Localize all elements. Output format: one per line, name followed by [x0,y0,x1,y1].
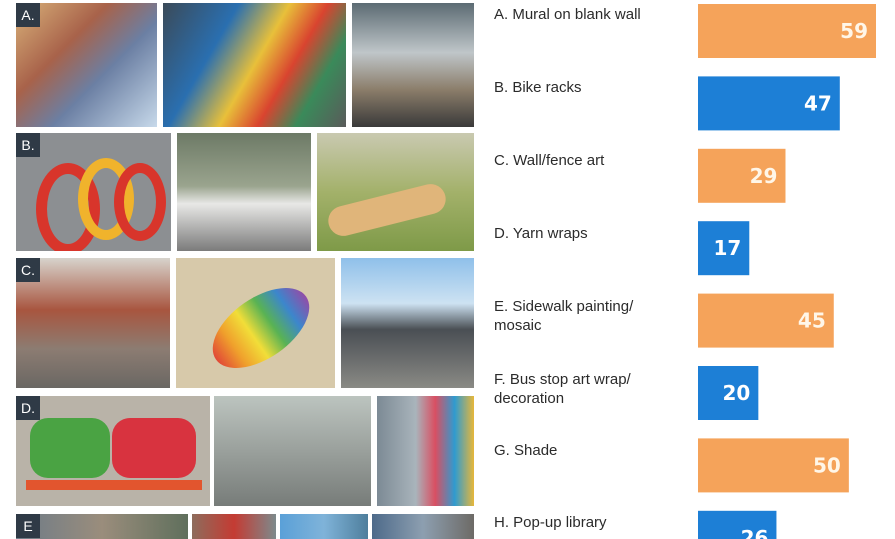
category-label-a: A. Mural on blank wall [494,6,641,23]
bar-chart: 59 47 29 17 45 20 50 26 [698,4,876,539]
photo-d3 [377,396,474,506]
group-letter-e: E [16,514,40,538]
value-label-e: 45 [798,309,826,333]
value-label-f: 20 [722,381,750,405]
value-label-g: 50 [813,453,841,477]
photo-a1: A. [16,3,157,127]
photo-e2 [192,514,276,539]
photo-b1: B. [16,133,171,251]
category-label-g: G. Shade [494,442,558,459]
photo-b3 [317,133,474,251]
photo-d2 [214,396,371,506]
photo-b2 [177,133,311,251]
photo-a3 [352,3,474,127]
photo-c3 [341,258,474,388]
photo-e3 [280,514,368,539]
photo-c2 [176,258,335,388]
group-letter-c: C. [16,258,40,282]
category-label-f: F. Bus stop art wrap/ decoration [494,371,631,407]
value-label-d: 17 [713,236,741,260]
group-letter-d: D. [16,396,40,420]
category-label-h: H. Pop-up library [494,514,607,531]
category-label-e: E. Sidewalk painting/ mosaic [494,298,634,334]
photo-e1: E [16,514,188,539]
category-label-c: C. Wall/fence art [494,152,605,169]
group-letter-b: B. [16,133,40,157]
photo-e4 [372,514,474,539]
value-label-b: 47 [804,91,832,115]
photo-collage: A. B. C. D. E [0,0,480,539]
value-label-h: 26 [741,526,769,539]
photo-a2 [163,3,346,127]
group-letter-a: A. [16,3,40,27]
category-label-d: D. Yarn wraps [494,225,588,242]
photo-c1: C. [16,258,170,388]
value-label-a: 59 [840,19,868,43]
photo-d1: D. [16,396,210,506]
category-label-b: B. Bike racks [494,79,582,96]
value-label-c: 29 [750,164,778,188]
